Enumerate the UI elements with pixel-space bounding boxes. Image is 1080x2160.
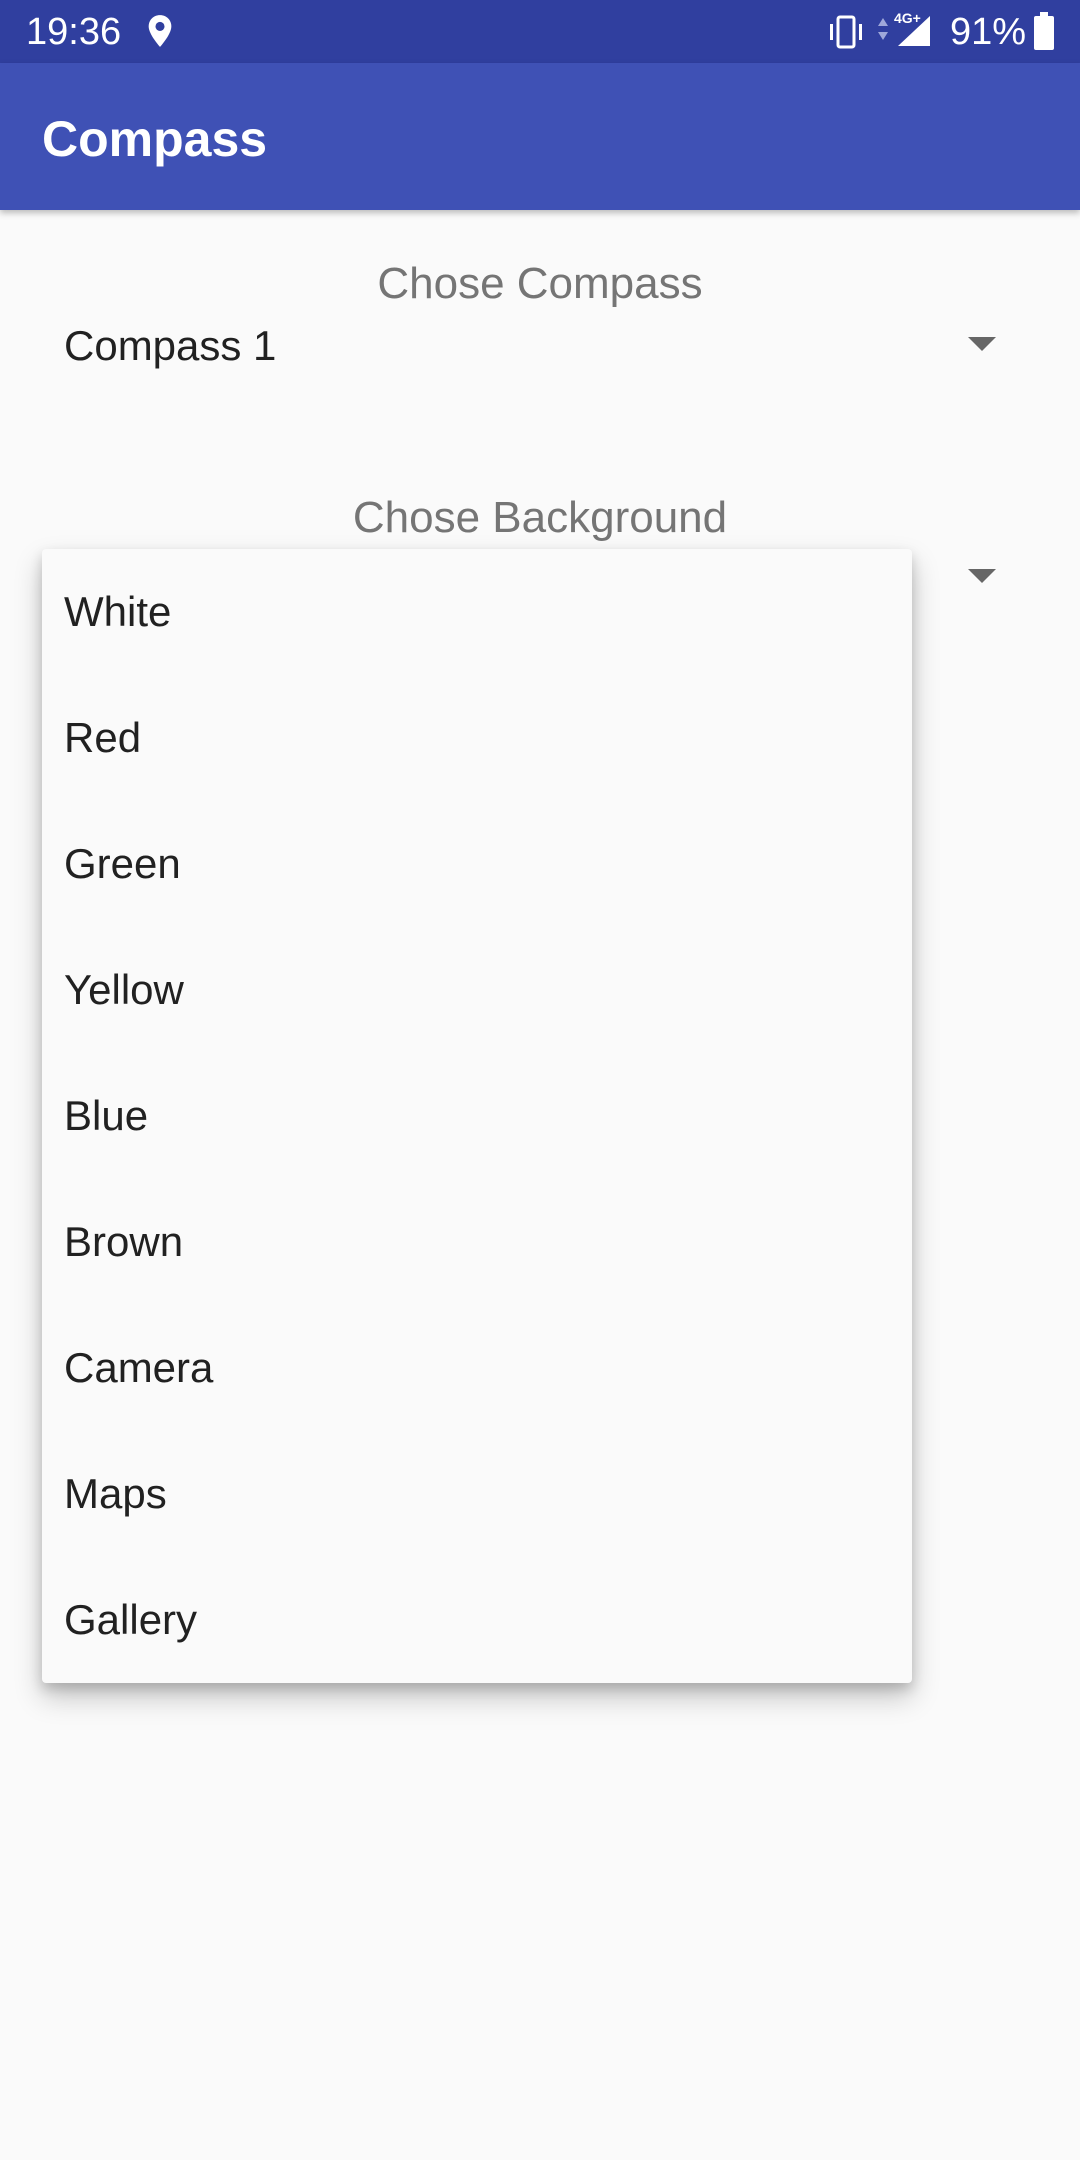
dropdown-item-brown[interactable]: Brown	[42, 1179, 912, 1305]
dropdown-item-label: Brown	[64, 1218, 184, 1265]
compass-section-label: Chose Compass	[377, 259, 703, 308]
battery-icon	[1034, 12, 1054, 50]
battery-percent: 91%	[950, 11, 1027, 53]
dropdown-item-label: Yellow	[64, 966, 184, 1013]
location-icon	[148, 15, 172, 47]
dropdown-item-red[interactable]: Red	[42, 675, 912, 801]
dropdown-item-white[interactable]: White	[42, 549, 912, 675]
dropdown-arrow-icon	[968, 569, 996, 583]
dropdown-item-label: Camera	[64, 1344, 214, 1391]
dropdown-item-yellow[interactable]: Yellow	[42, 927, 912, 1053]
app-title: Compass	[42, 111, 268, 167]
dropdown-item-label: Red	[64, 714, 142, 761]
status-time: 19:36	[26, 11, 122, 53]
dropdown-arrow-icon	[968, 337, 996, 351]
dropdown-item-maps[interactable]: Maps	[42, 1431, 912, 1557]
dropdown-item-label: Gallery	[64, 1596, 198, 1643]
dropdown-item-label: Green	[64, 840, 181, 887]
dropdown-item-blue[interactable]: Blue	[42, 1053, 912, 1179]
dropdown-item-label: White	[64, 588, 172, 635]
status-bar: 19:36 4G+ 91%	[0, 0, 1080, 63]
background-dropdown-popup: White Red Green Yellow Blue Brown Camera…	[42, 549, 912, 1683]
dropdown-item-camera[interactable]: Camera	[42, 1305, 912, 1431]
data-activity-icon	[878, 18, 888, 40]
dropdown-item-label: Maps	[64, 1470, 167, 1517]
compass-selected-value: Compass 1	[64, 322, 277, 369]
dropdown-item-label: Blue	[64, 1092, 149, 1139]
signal-icon	[898, 16, 930, 46]
compass-spinner[interactable]: Compass 1	[30, 305, 1020, 391]
vibrate-icon	[830, 15, 862, 49]
app-bar: Compass	[0, 63, 1080, 210]
dropdown-item-gallery[interactable]: Gallery	[42, 1557, 912, 1683]
dropdown-item-green[interactable]: Green	[42, 801, 912, 927]
